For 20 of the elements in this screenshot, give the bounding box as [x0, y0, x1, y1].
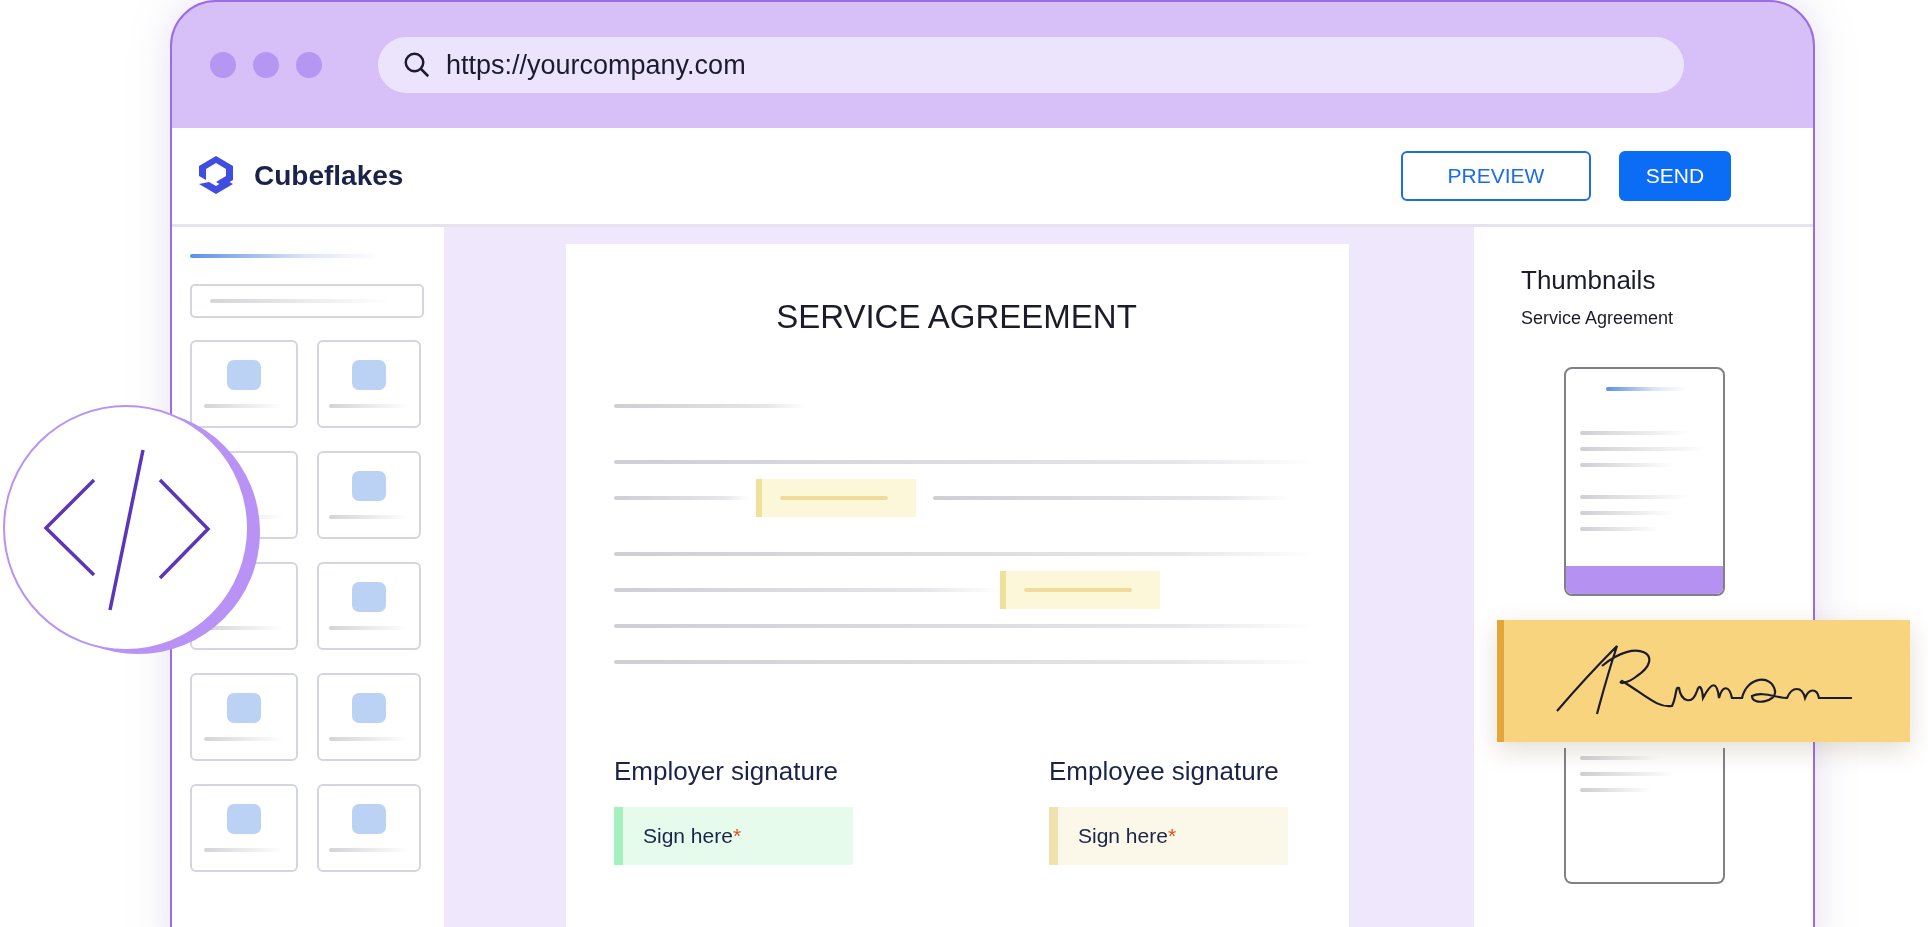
page-thumbnail[interactable] — [1564, 367, 1725, 596]
window-dot-icon[interactable] — [296, 52, 322, 78]
fill-in-field[interactable] — [756, 479, 916, 517]
signature-heading: Employer signature — [614, 756, 839, 787]
fill-in-field[interactable] — [1000, 571, 1160, 609]
sidebar-search-field[interactable] — [190, 284, 424, 318]
signature-field[interactable]: Sign here* — [614, 807, 853, 865]
document-title: SERVICE AGREEMENT — [775, 298, 1138, 336]
brand-name: Cubeflakes — [254, 160, 404, 192]
window-dot-icon[interactable] — [210, 52, 236, 78]
signature-field[interactable]: Sign here* — [1049, 807, 1288, 865]
thumbnail-label: Service Agreement — [1521, 308, 1675, 329]
thumbnails-title: Thumbnails — [1521, 265, 1657, 296]
address-bar[interactable]: https://yourcompany.com — [378, 37, 1684, 93]
window-dot-icon[interactable] — [253, 52, 279, 78]
send-button[interactable]: SEND — [1619, 151, 1731, 201]
page-thumbnail[interactable] — [1564, 748, 1725, 884]
signature-heading: Employee signature — [1049, 756, 1280, 787]
preview-button[interactable]: PREVIEW — [1401, 151, 1591, 201]
search-icon — [402, 50, 432, 80]
